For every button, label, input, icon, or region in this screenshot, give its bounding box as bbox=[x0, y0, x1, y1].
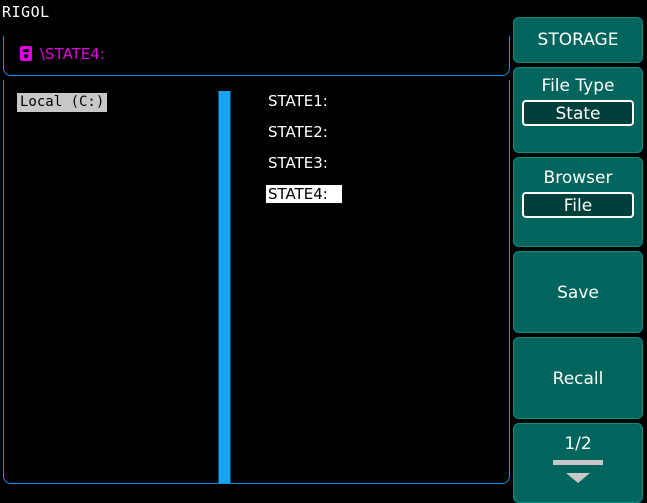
page-indicator: 1/2 bbox=[564, 434, 592, 454]
file-item[interactable]: STATE2: bbox=[266, 123, 342, 154]
drive-item-local[interactable]: Local (C:) bbox=[17, 93, 108, 112]
file-item[interactable]: STATE1: bbox=[266, 92, 342, 123]
browser-value: File bbox=[522, 192, 634, 218]
file-type-value: State bbox=[522, 100, 634, 126]
current-path-bar: \STATE4: bbox=[3, 36, 510, 76]
arrow-down-icon bbox=[566, 473, 590, 483]
file-list: STATE1: STATE2: STATE3: STATE4: bbox=[266, 92, 342, 216]
file-browser: Local (C:) STATE1: STATE2: STATE3: STATE… bbox=[3, 80, 510, 484]
panel-divider bbox=[218, 91, 231, 483]
drive-icon bbox=[20, 46, 32, 61]
browser-button[interactable]: Browser File bbox=[513, 157, 643, 247]
file-item-selected[interactable]: STATE4: bbox=[266, 185, 342, 216]
file-item[interactable]: STATE3: bbox=[266, 154, 342, 185]
arrow-down-icon bbox=[553, 460, 603, 465]
save-button[interactable]: Save bbox=[513, 251, 643, 333]
file-type-label: File Type bbox=[541, 76, 615, 96]
recall-button[interactable]: Recall bbox=[513, 337, 643, 419]
brand-label: RIGOL bbox=[2, 3, 50, 21]
menu-title: STORAGE bbox=[513, 17, 643, 63]
next-page-button[interactable]: 1/2 bbox=[513, 423, 643, 503]
file-type-button[interactable]: File Type State bbox=[513, 67, 643, 153]
current-path: \STATE4: bbox=[40, 45, 105, 63]
browser-label: Browser bbox=[543, 168, 613, 188]
